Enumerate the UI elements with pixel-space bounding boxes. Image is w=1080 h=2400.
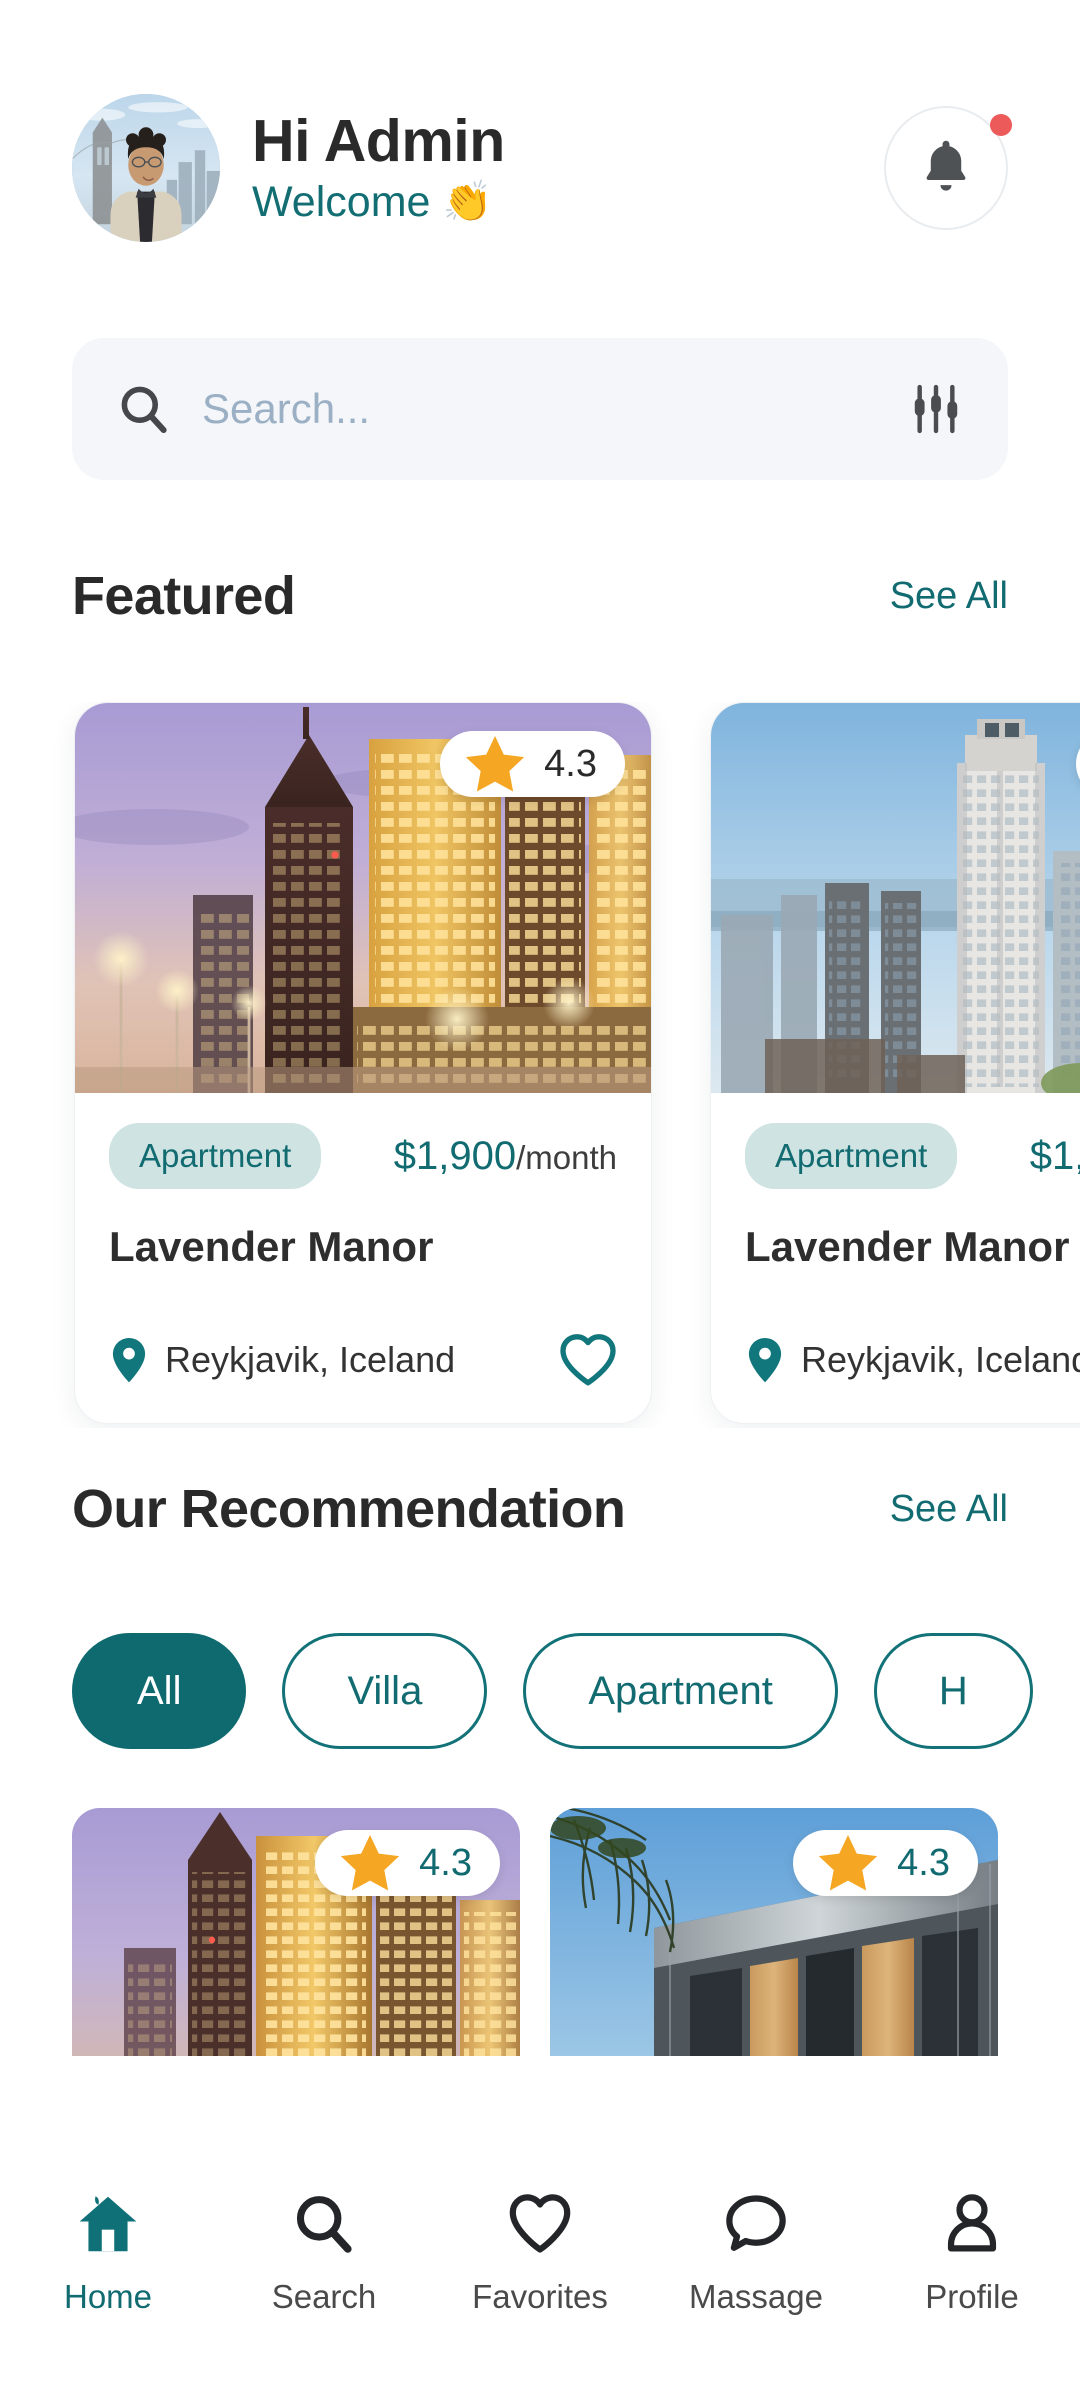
star-icon [341,1834,400,1891]
welcome-text: Welcome [252,178,431,227]
nav-item-massage[interactable]: Massage [648,2188,864,2316]
recommendation-card[interactable]: 4.3 [72,1808,520,2056]
featured-see-all-link[interactable]: See All [890,575,1008,618]
property-price-wrap: $1,900/month [1030,1134,1080,1179]
property-card-body: Apartment $1,900/month Lavender Manor Re… [75,1093,651,1423]
home-icon [74,2188,142,2260]
property-photo: 4.3 [75,703,651,1093]
nav-label-home: Home [63,2278,153,2315]
nav-label-massage: Massage [689,2278,823,2315]
heart-icon [560,1334,616,1386]
greeting-title: Hi Admin [252,107,505,174]
nav-item-profile[interactable]: Profile [864,2188,1080,2316]
recommendation-card[interactable]: 4.3 [550,1808,998,2056]
featured-title: Featured [72,566,296,626]
filter-chip-apartment[interactable]: Apartment [523,1633,838,1749]
rating-value: 4.3 [544,742,597,785]
filter-chip-villa[interactable]: Villa [282,1633,488,1749]
nav-item-search[interactable]: Search [216,2188,432,2316]
person-icon [938,2188,1006,2260]
bottom-navigation: Home Search Favorites Massage Profile [0,2130,1080,2400]
location-pin-icon [748,1338,782,1383]
category-filter-row[interactable]: All Villa Apartment H [0,1633,1080,1753]
property-price-unit: /month [516,1138,617,1176]
search-icon [290,2188,358,2260]
avatar[interactable] [72,94,220,242]
nav-item-favorites[interactable]: Favorites [432,2188,648,2316]
property-type-chip: Apartment [109,1123,322,1189]
property-location: Reykjavik, Iceland [801,1339,1080,1380]
property-price: $1,900 [1029,1133,1080,1178]
greeting-subtitle: Welcome 👏 [252,178,884,226]
property-card-body: Apartment $1,900/month Lavender Manor Re… [711,1093,1080,1423]
property-meta-row: Apartment $1,900/month [745,1123,1080,1189]
property-card[interactable]: 4.3 Apartment $1,900/month Lavender Mano… [74,702,652,1424]
property-type-chip: Apartment [745,1123,958,1189]
favorite-button[interactable] [559,1333,617,1387]
nav-item-home[interactable]: Home [0,2188,216,2316]
property-location-wrap: Reykjavik, Iceland [745,1337,1080,1383]
rating-badge: 4.3 [315,1830,500,1896]
recommendation-see-all-link[interactable]: See All [890,1488,1008,1531]
location-pin-icon [112,1338,146,1383]
property-name: Lavender Manor [745,1223,1070,1270]
notification-button-wrap [884,106,1012,230]
wave-emoji-icon: 👏 [442,180,493,225]
heart-icon [506,2188,574,2260]
filter-chip-partial[interactable]: H [873,1633,1033,1749]
recommendation-section-header: Our Recommendation See All [72,1478,1008,1540]
recommendation-title: Our Recommendation [72,1479,626,1539]
property-footer: Reykjavik, Iceland [109,1333,617,1387]
property-footer: Reykjavik, Iceland [745,1333,1080,1387]
featured-carousel[interactable]: 4.3 Apartment $1,900/month Lavender Mano… [0,702,1080,1428]
property-location-wrap: Reykjavik, Iceland [109,1337,455,1383]
property-location: Reykjavik, Iceland [165,1339,456,1380]
property-photo: 4.3 [711,703,1080,1093]
notification-badge-dot [990,114,1012,136]
star-icon [819,1834,878,1891]
star-icon [466,735,525,792]
property-price: $1,900 [393,1133,517,1178]
featured-section-header: Featured See All [72,565,1008,627]
rating-badge: 4.3 [440,731,625,797]
property-price-wrap: $1,900/month [394,1134,617,1179]
filter-chip-all[interactable]: All [72,1633,247,1749]
greeting-block: Hi Admin Welcome 👏 [252,110,884,227]
nav-label-profile: Profile [925,2278,1019,2315]
header: Hi Admin Welcome 👏 [72,88,1012,248]
bell-icon [926,140,966,191]
property-name: Lavender Manor [109,1223,434,1270]
rating-badge: 4.3 [793,1830,978,1896]
app-screen: Hi Admin Welcome 👏 Search... Featured Se… [0,0,1080,2400]
chat-bubble-icon [722,2188,790,2260]
search-bar[interactable] [72,338,1008,480]
rating-value: 4.3 [897,1841,950,1884]
property-meta-row: Apartment $1,900/month [109,1123,617,1189]
search-input[interactable] [202,385,908,433]
search-icon [116,381,172,437]
property-card[interactable]: 4.3 Apartment $1,900/month Lavender Mano… [710,702,1080,1424]
filter-sliders-icon[interactable] [908,381,964,437]
nav-label-favorites: Favorites [472,2278,608,2315]
rating-value: 4.3 [419,1841,472,1884]
recommendation-carousel[interactable]: 4.3 4.3 [0,1808,1080,2056]
nav-label-search: Search [271,2278,377,2315]
